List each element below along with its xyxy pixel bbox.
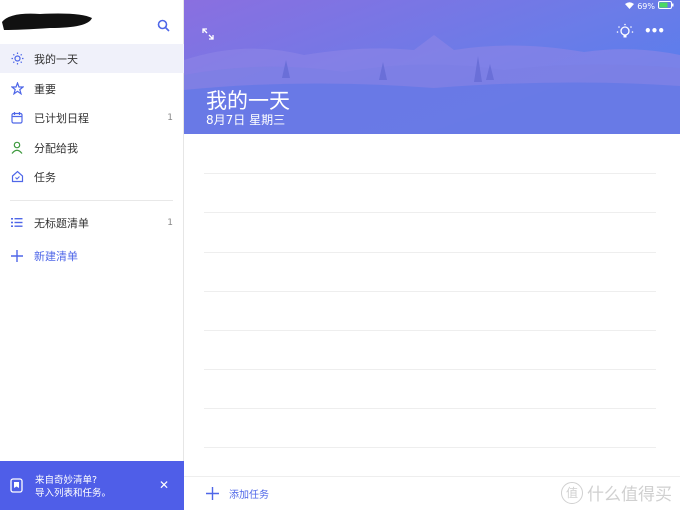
empty-row-line: [204, 447, 656, 448]
star-icon: [0, 82, 34, 95]
page-date: 8月7日 星期三: [206, 113, 286, 127]
item-count: 1: [167, 217, 173, 228]
sidebar-item-label: 我的一天: [34, 52, 78, 66]
plus-icon: [0, 249, 34, 262]
sidebar-item-my-day[interactable]: 我的一天: [0, 44, 184, 73]
plus-icon: [206, 487, 219, 500]
empty-row-line: [204, 330, 656, 331]
sidebar-item-label: 任务: [34, 170, 56, 184]
status-bar: 69%: [625, 1, 674, 11]
sidebar-item-tasks[interactable]: 任务: [0, 162, 184, 191]
import-icon: [10, 478, 23, 496]
sun-icon: [0, 52, 34, 65]
more-icon[interactable]: •••: [644, 24, 665, 38]
sidebar-item-important[interactable]: 重要: [0, 74, 184, 103]
watermark: 值 什么值得买: [561, 480, 672, 505]
battery-percent: 69%: [637, 1, 655, 11]
sidebar-item-assigned[interactable]: 分配给我: [0, 133, 184, 162]
empty-row-line: [204, 291, 656, 292]
sidebar-item-label: 已计划日程: [34, 111, 89, 125]
divider: [10, 200, 173, 201]
home-icon: [0, 170, 34, 183]
lightbulb-icon[interactable]: [616, 23, 634, 45]
import-banner[interactable]: 来自奇妙清单? 导入列表和任务。 ✕: [0, 461, 184, 510]
close-icon[interactable]: ✕: [159, 478, 169, 492]
empty-row-line: [204, 408, 656, 409]
sidebar: 我的一天 重要 已计划日程 1 分配给我 任务 无标题清单 1 新建清单 来自奇…: [0, 0, 184, 510]
expand-icon[interactable]: [202, 25, 214, 44]
empty-row-line: [204, 369, 656, 370]
empty-row-line: [204, 212, 656, 213]
sidebar-item-label: 重要: [34, 82, 56, 96]
new-list-label: 新建清单: [34, 249, 78, 263]
watermark-text: 什么值得买: [587, 485, 672, 505]
new-list-button[interactable]: 新建清单: [0, 241, 184, 270]
calendar-icon: [0, 111, 34, 124]
sidebar-item-label: 无标题清单: [34, 216, 89, 230]
banner-line1: 来自奇妙清单?: [35, 475, 98, 486]
my-day-header: ••• 69% 我的一天 8月7日 星期三: [184, 0, 680, 134]
empty-row-line: [204, 252, 656, 253]
sidebar-item-planned[interactable]: 已计划日程 1: [0, 103, 184, 132]
watermark-badge: 值: [561, 481, 583, 504]
sidebar-list-untitled[interactable]: 无标题清单 1: [0, 208, 184, 237]
sidebar-item-label: 分配给我: [34, 141, 78, 155]
search-icon[interactable]: [157, 17, 170, 36]
wifi-icon: [625, 1, 635, 11]
battery-icon: [658, 1, 674, 11]
banner-line2: 导入列表和任务。: [35, 488, 112, 499]
redacted-username: [2, 13, 92, 30]
item-count: 1: [167, 112, 173, 123]
empty-row-line: [204, 173, 656, 174]
list-icon: [0, 217, 34, 228]
person-icon: [0, 141, 34, 154]
add-task-label: 添加任务: [229, 490, 269, 501]
